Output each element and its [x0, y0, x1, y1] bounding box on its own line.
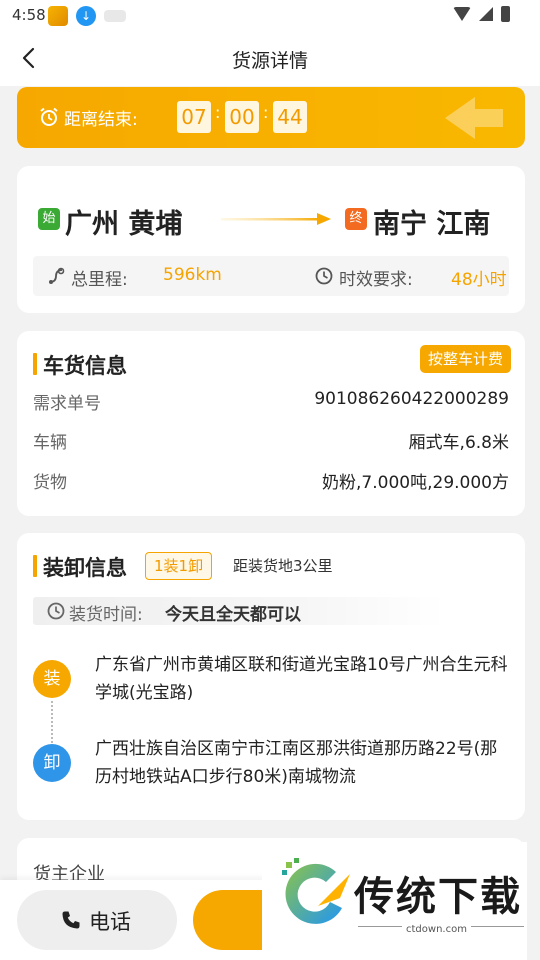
route-dotted-line — [51, 701, 53, 743]
alarm-clock-icon — [40, 107, 58, 126]
start-tag: 始 — [38, 208, 60, 230]
signal-icon — [479, 7, 493, 21]
route-summary: 总里程: 596km 时效要求: 48小时 — [33, 256, 509, 296]
battery-icon — [501, 6, 510, 22]
time-requirement-label: 时效要求: — [339, 270, 413, 290]
load-info-title: 装卸信息 — [43, 556, 127, 580]
clock-icon — [315, 267, 333, 285]
countdown-separator: : — [215, 103, 221, 122]
wifi-icon — [453, 7, 471, 21]
status-bar: 4:58 ↓ — [0, 0, 540, 32]
destination-city: 南宁 江南 — [373, 209, 491, 240]
load-time-row: 装货时间: 今天且全天都可以 — [33, 597, 445, 625]
route-card: 始 广州 黄埔 终 南宁 江南 总里程: 596km 时效要求: 48小时 — [17, 166, 525, 313]
load-time-value: 今天且全天都可以 — [165, 605, 301, 625]
cargo-value: 奶粉,7.000吨,29.000方 — [322, 473, 509, 493]
phone-icon — [62, 911, 80, 929]
app-notification-icon — [104, 10, 126, 22]
system-icons — [453, 6, 510, 22]
countdown-label: 距离结束: — [64, 110, 138, 130]
load-point-marker: 装 — [33, 660, 71, 698]
unload-point-marker: 卸 — [33, 744, 71, 782]
load-unload-card: 装卸信息 1装1卸 距装货地3公里 装货时间: 今天且全天都可以 装 卸 广东省… — [17, 533, 525, 820]
site-logo-icon — [282, 858, 350, 924]
section-accent-bar — [33, 353, 37, 375]
status-time: 4:58 — [12, 6, 46, 24]
section-accent-bar — [33, 555, 37, 577]
goods-info-title: 车货信息 — [43, 354, 127, 378]
scroll-gutter — [527, 88, 540, 960]
countdown-minutes: 00 — [225, 101, 259, 133]
nav-bar: 货源详情 — [0, 32, 540, 86]
call-button-label: 电话 — [89, 910, 131, 934]
route-arrow-icon — [221, 213, 331, 225]
distance-value: 596km — [163, 265, 222, 285]
decorative-arrow-icon — [445, 97, 503, 139]
pricing-mode-button[interactable]: 按整车计费 — [419, 345, 511, 373]
time-requirement-value: 48小时 — [451, 270, 507, 290]
vehicle-label: 车辆 — [33, 433, 67, 453]
call-button[interactable]: 电话 — [17, 890, 177, 950]
watermark: 传统下载 ctdown.com — [262, 842, 540, 960]
order-number-label: 需求单号 — [33, 394, 101, 414]
unload-address[interactable]: 广西壮族自治区南宁市江南区那洪街道那历路22号(那历村地铁站A口步行80米)南城… — [95, 735, 509, 791]
origin-city: 广州 黄埔 — [65, 209, 183, 240]
countdown-hours: 07 — [177, 101, 211, 133]
watermark-url: ctdown.com — [402, 924, 471, 935]
load-count-badge: 1装1卸 — [145, 552, 213, 580]
distance-label: 总里程: — [71, 270, 128, 290]
cargo-label: 货物 — [33, 473, 67, 493]
countdown-seconds: 44 — [273, 101, 307, 133]
countdown-separator: : — [263, 103, 269, 122]
clock-icon — [47, 602, 65, 620]
vehicle-row: 车辆 厢式车,6.8米 — [33, 428, 509, 454]
cargo-row: 货物 奶粉,7.000吨,29.000方 — [33, 468, 509, 494]
download-notification-icon: ↓ — [76, 6, 96, 26]
order-number-row: 需求单号 901086260422000289 — [33, 389, 509, 415]
goods-info-card: 车货信息 按整车计费 需求单号 901086260422000289 车辆 厢式… — [17, 331, 525, 516]
countdown-banner: 距离结束: 07 : 00 : 44 — [17, 87, 525, 148]
distance-to-pickup: 距装货地3公里 — [233, 557, 333, 575]
watermark-text: 传统下载 — [354, 874, 522, 920]
distance-icon — [49, 267, 65, 284]
page-title: 货源详情 — [231, 50, 308, 72]
end-tag: 终 — [345, 208, 367, 230]
load-address[interactable]: 广东省广州市黄埔区联和街道光宝路10号广州合生元科学城(光宝路) — [95, 651, 509, 707]
app-notification-icon — [48, 6, 68, 26]
notification-icons: ↓ — [48, 6, 126, 26]
load-time-label: 装货时间: — [69, 605, 143, 625]
order-number-value: 901086260422000289 — [314, 389, 509, 409]
vehicle-value: 厢式车,6.8米 — [408, 433, 509, 453]
